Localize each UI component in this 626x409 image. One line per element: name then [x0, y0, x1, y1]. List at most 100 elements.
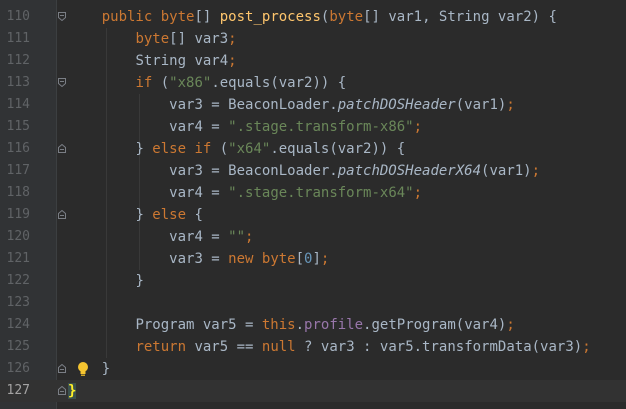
code-line[interactable]: 122 }: [0, 270, 626, 292]
code-line[interactable]: 115 var4 = ".stage.transform-x86";: [0, 116, 626, 138]
code-token: ;: [245, 229, 254, 245]
line-number[interactable]: 121: [0, 248, 30, 270]
line-number[interactable]: 122: [0, 270, 30, 292]
code-line[interactable]: 116 } else if ("x64".equals(var2)) {: [0, 138, 626, 160]
code-token: ;: [228, 31, 237, 47]
code-text[interactable]: var4 = ".stage.transform-x86";: [68, 116, 422, 138]
code-text[interactable]: }: [68, 358, 110, 380]
code-line[interactable]: 117 var3 = BeaconLoader.patchDOSHeaderX6…: [0, 160, 626, 182]
code-token: else if: [152, 141, 220, 157]
code-token: [] var1, String var2) {: [363, 9, 557, 25]
code-token: String var4: [135, 53, 229, 69]
code-line[interactable]: 114 var3 = BeaconLoader.patchDOSHeader(v…: [0, 94, 626, 116]
code-line[interactable]: 125 return var5 == null ? var3 : var5.tr…: [0, 336, 626, 358]
fold-marker-icon[interactable]: [58, 210, 66, 219]
code-token: new byte: [228, 251, 296, 267]
code-token: ;: [413, 185, 423, 201]
code-text[interactable]: Program var5 = this.profile.getProgram(v…: [68, 314, 515, 336]
code-token: "x64": [228, 141, 271, 157]
code-text[interactable]: } else if ("x64".equals(var2)) {: [68, 138, 405, 160]
code-line[interactable]: 124 Program var5 = this.profile.getProgr…: [0, 314, 626, 336]
code-text[interactable]: public byte[] post_process(byte[] var1, …: [68, 6, 557, 28]
line-number[interactable]: 114: [0, 94, 30, 116]
code-token: post_process: [219, 9, 321, 25]
code-text[interactable]: String var4;: [68, 50, 236, 72]
code-token: (var1): [481, 163, 532, 179]
line-number[interactable]: 117: [0, 160, 30, 182]
fold-marker-icon[interactable]: [58, 78, 66, 87]
code-token: (: [160, 75, 170, 91]
code-line[interactable]: 126 }: [0, 358, 626, 380]
code-line[interactable]: 123: [0, 292, 626, 314]
code-text[interactable]: var3 = BeaconLoader.patchDOSHeaderX64(va…: [68, 160, 540, 182]
line-number[interactable]: 113: [0, 72, 30, 94]
line-number[interactable]: 115: [0, 116, 30, 138]
code-token: var5 ==: [194, 339, 262, 355]
code-token: ]: [312, 251, 321, 267]
line-number[interactable]: 111: [0, 28, 30, 50]
code-token: byte: [135, 31, 170, 47]
code-token: else: [152, 207, 195, 223]
matched-brace: }: [68, 383, 77, 399]
code-token: Program var5 =: [135, 317, 262, 333]
line-number[interactable]: 116: [0, 138, 30, 160]
code-token: ;: [506, 317, 515, 333]
code-line[interactable]: 119 } else {: [0, 204, 626, 226]
code-token: this: [261, 317, 296, 333]
code-token: public: [101, 9, 161, 25]
code-token: ;: [320, 251, 330, 267]
line-number[interactable]: 118: [0, 182, 30, 204]
line-number[interactable]: 125: [0, 336, 30, 358]
code-line[interactable]: 113 if ("x86".equals(var2)) {: [0, 72, 626, 94]
fold-marker-icon[interactable]: [58, 364, 66, 373]
code-token: var4 =: [169, 119, 229, 135]
fold-marker-icon[interactable]: [58, 144, 66, 153]
code-token: ".stage.transform-x86": [228, 119, 414, 135]
code-text[interactable]: var3 = new byte[0];: [68, 248, 329, 270]
fold-marker-icon[interactable]: [58, 12, 66, 21]
line-number[interactable]: 120: [0, 226, 30, 248]
code-token: "x86": [169, 75, 212, 91]
code-text[interactable]: var4 = "";: [68, 226, 253, 248]
code-text[interactable]: var3 = BeaconLoader.patchDOSHeader(var1)…: [68, 94, 515, 116]
line-number[interactable]: 124: [0, 314, 30, 336]
code-line[interactable]: 121 var3 = new byte[0];: [0, 248, 626, 270]
code-text[interactable]: var4 = ".stage.transform-x64";: [68, 182, 422, 204]
code-token: .equals(var2)) {: [270, 141, 406, 157]
code-token: (var1): [455, 97, 507, 113]
line-number[interactable]: 123: [0, 292, 30, 314]
code-token: }: [135, 141, 153, 157]
code-text[interactable]: } else {: [68, 204, 202, 226]
code-token: .getProgram(var4): [363, 317, 507, 333]
line-number[interactable]: 112: [0, 50, 30, 72]
code-token: }: [135, 273, 144, 289]
code-line[interactable]: 111 byte[] var3;: [0, 28, 626, 50]
code-text[interactable]: return var5 == null ? var3 : var5.transf…: [68, 336, 591, 358]
code-editor[interactable]: 110 public byte[] post_process(byte[] va…: [0, 0, 626, 409]
code-token: "": [228, 229, 246, 245]
code-token: var4 =: [169, 185, 229, 201]
line-number[interactable]: 126: [0, 358, 30, 380]
code-line[interactable]: 118 var4 = ".stage.transform-x64";: [0, 182, 626, 204]
line-number[interactable]: 119: [0, 204, 30, 226]
code-token: []: [194, 9, 220, 25]
code-token: var4 =: [169, 229, 229, 245]
code-token: }: [101, 361, 111, 377]
line-number[interactable]: 127: [0, 380, 30, 402]
fold-marker-icon[interactable]: [58, 386, 66, 395]
code-token: [: [295, 251, 305, 267]
code-token: var3 =: [169, 251, 229, 267]
code-text[interactable]: if ("x86".equals(var2)) {: [68, 72, 346, 94]
code-line[interactable]: 120 var4 = "";: [0, 226, 626, 248]
code-line[interactable]: 127}: [0, 380, 626, 402]
code-text[interactable]: }: [68, 270, 144, 292]
code-text[interactable]: }: [68, 380, 77, 402]
code-line[interactable]: 110 public byte[] post_process(byte[] va…: [0, 6, 626, 28]
code-token: ;: [582, 339, 591, 355]
code-token: byte: [160, 9, 195, 25]
code-text[interactable]: byte[] var3;: [68, 28, 237, 50]
code-token: patchDOSHeaderX64: [337, 163, 482, 179]
line-number[interactable]: 110: [0, 6, 30, 28]
code-token: [] var3: [169, 31, 229, 47]
code-line[interactable]: 112 String var4;: [0, 50, 626, 72]
